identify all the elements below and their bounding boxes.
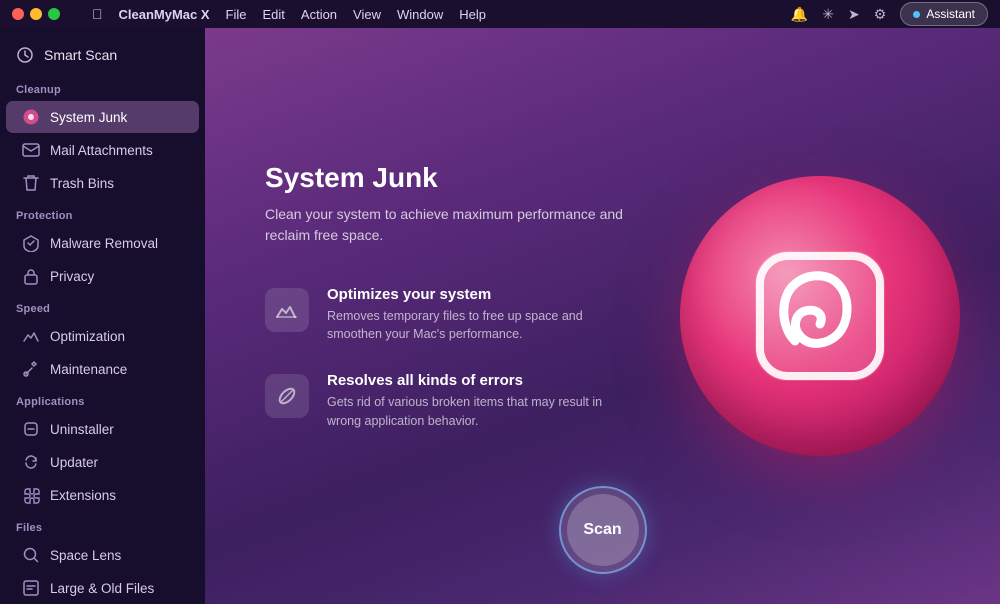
space-lens-label: Space Lens bbox=[50, 548, 121, 563]
section-cleanup: Cleanup bbox=[0, 74, 205, 100]
section-applications: Applications bbox=[0, 386, 205, 412]
page-subtitle: Clean your system to achieve maximum per… bbox=[265, 204, 625, 246]
menu-edit[interactable]: Edit bbox=[263, 7, 285, 22]
menu-view[interactable]: View bbox=[353, 7, 381, 22]
errors-desc: Gets rid of various broken items that ma… bbox=[327, 393, 627, 431]
menu-file[interactable]: File bbox=[226, 7, 247, 22]
scan-button-wrap: Scan bbox=[559, 486, 647, 574]
traffic-lights bbox=[12, 8, 60, 20]
settings-icon[interactable]: ⚙ bbox=[874, 6, 887, 23]
mail-attachments-label: Mail Attachments bbox=[50, 143, 153, 158]
sidebar: Smart Scan Cleanup System Junk Mail Atta… bbox=[0, 28, 205, 604]
scan-button[interactable]: Scan bbox=[559, 486, 647, 574]
sidebar-item-system-junk[interactable]: System Junk bbox=[6, 101, 199, 133]
sidebar-item-large-old-files[interactable]: Large & Old Files bbox=[6, 572, 199, 604]
scan-button-inner: Scan bbox=[567, 494, 639, 566]
scan-button-label: Scan bbox=[583, 521, 621, 539]
content-area: System Junk Clean your system to achieve… bbox=[205, 28, 1000, 604]
main-layout: Smart Scan Cleanup System Junk Mail Atta… bbox=[0, 28, 1000, 604]
menu-window[interactable]: Window bbox=[397, 7, 443, 22]
hero-image bbox=[680, 176, 960, 456]
smart-scan-label: Smart Scan bbox=[44, 47, 117, 63]
hero-sphere bbox=[680, 176, 960, 456]
section-protection: Protection bbox=[0, 200, 205, 226]
large-old-files-label: Large & Old Files bbox=[50, 581, 154, 596]
section-speed: Speed bbox=[0, 293, 205, 319]
app-name: CleanMyMac X bbox=[119, 7, 210, 22]
minimize-button[interactable] bbox=[30, 8, 42, 20]
large-files-icon bbox=[22, 579, 40, 597]
updater-label: Updater bbox=[50, 455, 98, 470]
optimizes-title: Optimizes your system bbox=[327, 286, 627, 303]
maintenance-icon bbox=[22, 360, 40, 378]
privacy-icon bbox=[22, 267, 40, 285]
sidebar-item-extensions[interactable]: Extensions bbox=[6, 479, 199, 511]
sidebar-item-updater[interactable]: Updater bbox=[6, 446, 199, 478]
optimization-label: Optimization bbox=[50, 329, 125, 344]
errors-icon-wrap bbox=[265, 374, 309, 418]
sidebar-item-malware-removal[interactable]: Malware Removal bbox=[6, 227, 199, 259]
cmm-logo bbox=[730, 226, 910, 406]
section-files: Files bbox=[0, 512, 205, 538]
close-button[interactable] bbox=[12, 8, 24, 20]
assistant-label: Assistant bbox=[926, 7, 975, 21]
trash-bins-label: Trash Bins bbox=[50, 176, 114, 191]
optimizes-text: Optimizes your system Removes temporary … bbox=[327, 286, 627, 345]
assistant-dot bbox=[913, 11, 920, 18]
uninstaller-icon bbox=[22, 420, 40, 438]
menu-action[interactable]: Action bbox=[301, 7, 337, 22]
sidebar-item-privacy[interactable]: Privacy bbox=[6, 260, 199, 292]
privacy-label: Privacy bbox=[50, 269, 94, 284]
menu-help[interactable]: Help bbox=[459, 7, 486, 22]
sidebar-item-uninstaller[interactable]: Uninstaller bbox=[6, 413, 199, 445]
optimization-icon bbox=[22, 327, 40, 345]
sidebar-item-smart-scan[interactable]: Smart Scan bbox=[0, 36, 205, 74]
system-junk-icon bbox=[22, 108, 40, 126]
smart-scan-icon bbox=[16, 46, 34, 64]
sidebar-item-space-lens[interactable]: Space Lens bbox=[6, 539, 199, 571]
errors-title: Resolves all kinds of errors bbox=[327, 372, 627, 389]
maintenance-label: Maintenance bbox=[50, 362, 127, 377]
arrow-icon[interactable]: ➤ bbox=[848, 6, 860, 23]
maximize-button[interactable] bbox=[48, 8, 60, 20]
sidebar-item-trash-bins[interactable]: Trash Bins bbox=[6, 167, 199, 199]
errors-text: Resolves all kinds of errors Gets rid of… bbox=[327, 372, 627, 431]
extensions-icon bbox=[22, 486, 40, 504]
optimizes-desc: Removes temporary files to free up space… bbox=[327, 307, 627, 345]
sidebar-item-mail-attachments[interactable]: Mail Attachments bbox=[6, 134, 199, 166]
notification-icon[interactable]: 🔔 bbox=[791, 6, 808, 23]
pill-icon bbox=[274, 383, 300, 409]
malware-removal-label: Malware Removal bbox=[50, 236, 158, 251]
space-lens-icon bbox=[22, 546, 40, 564]
assistant-button[interactable]: Assistant bbox=[900, 2, 988, 26]
optimizes-icon-wrap bbox=[265, 288, 309, 332]
apple-icon:  bbox=[92, 6, 103, 22]
trash-icon bbox=[22, 174, 40, 192]
snowflake-icon[interactable]: ✳ bbox=[822, 6, 834, 23]
mail-icon bbox=[22, 141, 40, 159]
updater-icon bbox=[22, 453, 40, 471]
extensions-label: Extensions bbox=[50, 488, 116, 503]
sidebar-item-maintenance[interactable]: Maintenance bbox=[6, 353, 199, 385]
titlebar:  CleanMyMac X File Edit Action View Win… bbox=[0, 0, 1000, 28]
sidebar-item-optimization[interactable]: Optimization bbox=[6, 320, 199, 352]
titlebar-menu:  CleanMyMac X File Edit Action View Win… bbox=[92, 6, 486, 22]
uninstaller-label: Uninstaller bbox=[50, 422, 114, 437]
malware-icon bbox=[22, 234, 40, 252]
titlebar-left:  CleanMyMac X File Edit Action View Win… bbox=[12, 6, 486, 22]
chart-icon bbox=[274, 297, 300, 323]
titlebar-right: 🔔 ✳ ➤ ⚙ Assistant bbox=[791, 2, 988, 26]
system-junk-label: System Junk bbox=[50, 110, 127, 125]
